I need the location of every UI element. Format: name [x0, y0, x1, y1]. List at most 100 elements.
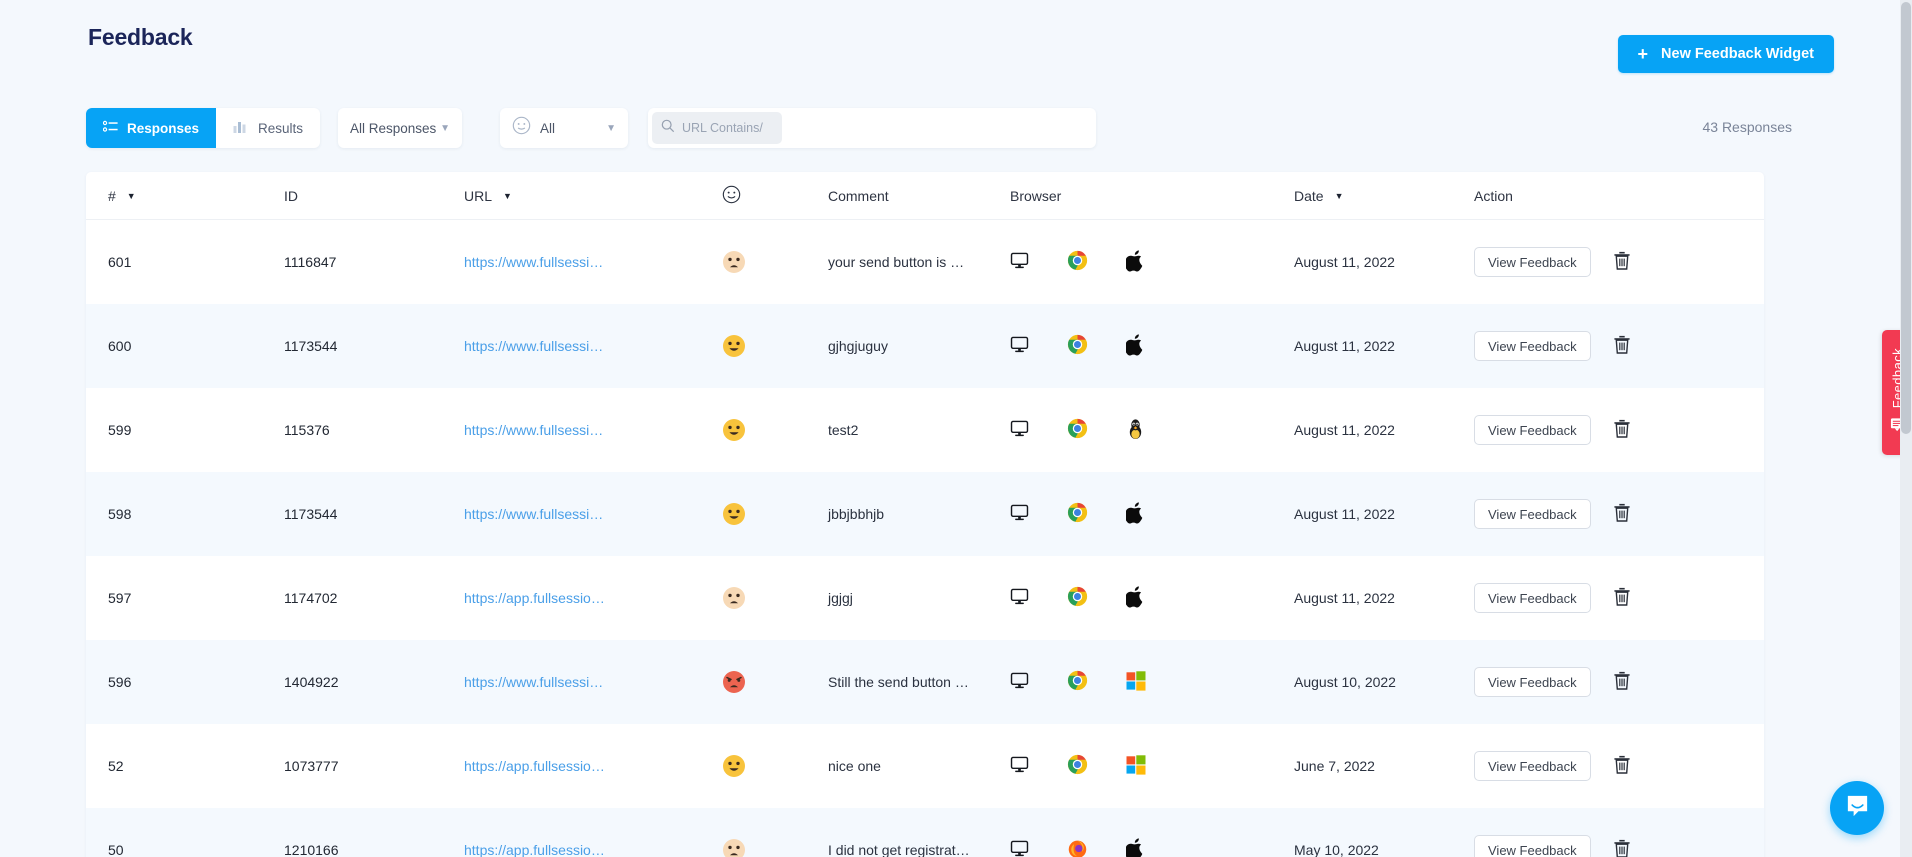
- responses-filter-dropdown[interactable]: All Responses ▼: [338, 108, 462, 148]
- search-input-wrapper[interactable]: URL Contains/: [652, 112, 782, 144]
- tab-results[interactable]: Results: [216, 108, 320, 148]
- cell-date: August 11, 2022: [1294, 338, 1395, 354]
- cell-action: View Feedback: [1474, 667, 1734, 697]
- view-feedback-button[interactable]: View Feedback: [1474, 415, 1591, 445]
- url-link[interactable]: https://www.fullsessi…: [464, 422, 603, 438]
- tab-results-label: Results: [258, 120, 304, 136]
- desktop-icon: [1010, 335, 1029, 357]
- view-feedback-button[interactable]: View Feedback: [1474, 835, 1591, 857]
- cell-action: View Feedback: [1474, 331, 1734, 361]
- chrome-icon: [1067, 670, 1088, 694]
- cell-id: 1116847: [284, 254, 337, 270]
- url-link[interactable]: https://www.fullsessi…: [464, 674, 603, 690]
- mood-sad-icon: [722, 586, 746, 610]
- cell-comment: your send button is …: [828, 254, 965, 270]
- view-feedback-button[interactable]: View Feedback: [1474, 583, 1591, 613]
- chrome-icon: [1067, 754, 1088, 778]
- url-link[interactable]: https://app.fullsessio…: [464, 590, 605, 606]
- page-header: Feedback + New Feedback Widget: [0, 0, 1912, 86]
- view-feedback-button[interactable]: View Feedback: [1474, 751, 1591, 781]
- url-link[interactable]: https://app.fullsessio…: [464, 842, 605, 857]
- cell-url: https://www.fullsessi…: [464, 506, 722, 522]
- table-row: 52 1073777 https://app.fullsessio… nice one…: [86, 724, 1764, 808]
- desktop-icon: [1010, 671, 1029, 693]
- sort-icon: ▼: [126, 190, 136, 201]
- desktop-icon: [1010, 587, 1029, 609]
- desktop-icon: [1010, 755, 1029, 777]
- cell-browser: [1010, 837, 1294, 857]
- url-link[interactable]: https://app.fullsessio…: [464, 758, 605, 774]
- cell-id: 1173544: [284, 506, 338, 522]
- new-feedback-widget-button[interactable]: + New Feedback Widget: [1617, 35, 1834, 73]
- cell-id: 1174702: [284, 590, 338, 606]
- cell-mood: [722, 670, 828, 694]
- mood-happy-icon: [722, 418, 746, 442]
- table-row: 597 1174702 https://app.fullsessio… jgjgj Au…: [86, 556, 1764, 640]
- column-header-id[interactable]: ID: [284, 188, 464, 204]
- cell-id: 1173544: [284, 338, 338, 354]
- trash-icon[interactable]: [1613, 335, 1631, 357]
- chrome-icon: [1067, 502, 1088, 526]
- page-title: Feedback: [88, 24, 193, 50]
- trash-icon[interactable]: [1613, 755, 1631, 777]
- vertical-scrollbar-track[interactable]: [1900, 0, 1912, 857]
- cell-action: View Feedback: [1474, 247, 1734, 277]
- cell-number: 601: [108, 254, 132, 270]
- cell-comment: I did not get registrat…: [828, 842, 970, 857]
- column-header-date[interactable]: Date ▼: [1294, 188, 1474, 204]
- trash-icon[interactable]: [1613, 839, 1631, 857]
- intercom-launcher-button[interactable]: [1830, 781, 1884, 835]
- response-count: 43 Responses: [1702, 119, 1792, 135]
- url-link[interactable]: https://www.fullsessi…: [464, 338, 603, 354]
- view-feedback-button[interactable]: View Feedback: [1474, 247, 1591, 277]
- mood-happy-icon: [722, 502, 746, 526]
- table-row: 596 1404922 https://www.fullsessi… Still th…: [86, 640, 1764, 724]
- table-row: 599 115376 https://www.fullsessi… test2 Augu…: [86, 388, 1764, 472]
- tab-responses[interactable]: Responses: [86, 108, 217, 148]
- cell-number: 598: [108, 506, 132, 522]
- vertical-scrollbar-thumb[interactable]: [1901, 2, 1911, 434]
- trash-icon[interactable]: [1613, 503, 1631, 525]
- column-header-number[interactable]: # ▼: [108, 188, 284, 204]
- column-header-url[interactable]: URL ▼: [464, 188, 722, 204]
- cell-browser: [1010, 670, 1294, 694]
- mood-angry-icon: [722, 670, 746, 694]
- tab-responses-label: Responses: [127, 120, 200, 136]
- chrome-icon: [1067, 250, 1088, 274]
- chevron-down-icon: ▼: [606, 122, 616, 134]
- cell-mood: [722, 502, 828, 526]
- cell-mood: [722, 250, 828, 274]
- cell-comment: jbbjbbhjb: [828, 506, 885, 522]
- view-feedback-button[interactable]: View Feedback: [1474, 667, 1591, 697]
- cell-number: 597: [108, 590, 132, 606]
- column-header-comment: Comment: [828, 188, 1010, 204]
- column-header-mood[interactable]: [722, 185, 828, 207]
- view-feedback-button[interactable]: View Feedback: [1474, 331, 1591, 361]
- messenger-icon: [1844, 792, 1871, 824]
- cell-comment: gjhgjuguy: [828, 338, 888, 354]
- cell-url: https://www.fullsessi…: [464, 338, 722, 354]
- cell-mood: [722, 586, 828, 610]
- trash-icon[interactable]: [1613, 419, 1631, 441]
- cell-number: 599: [108, 422, 132, 438]
- trash-icon[interactable]: [1613, 251, 1631, 273]
- url-link[interactable]: https://www.fullsessi…: [464, 506, 603, 522]
- cell-url: https://www.fullsessi…: [464, 254, 722, 270]
- mood-filter-dropdown[interactable]: All ▼: [500, 108, 628, 148]
- column-header-comment-label: Comment: [828, 187, 889, 204]
- plus-icon: +: [1637, 44, 1649, 64]
- cell-mood: [722, 334, 828, 358]
- cell-date: May 10, 2022: [1294, 842, 1379, 857]
- apple-icon: [1125, 837, 1145, 857]
- cell-action: View Feedback: [1474, 415, 1734, 445]
- trash-icon[interactable]: [1613, 671, 1631, 693]
- toolbar: Responses Results All Responses ▼ All ▼ …: [0, 108, 1912, 156]
- mood-happy-icon: [722, 754, 746, 778]
- cell-date: August 11, 2022: [1294, 506, 1395, 522]
- cell-comment: test2: [828, 422, 859, 438]
- column-header-date-label: Date: [1294, 187, 1324, 204]
- url-link[interactable]: https://www.fullsessi…: [464, 254, 603, 270]
- trash-icon[interactable]: [1613, 587, 1631, 609]
- neutral-face-icon: [512, 116, 531, 140]
- view-feedback-button[interactable]: View Feedback: [1474, 499, 1591, 529]
